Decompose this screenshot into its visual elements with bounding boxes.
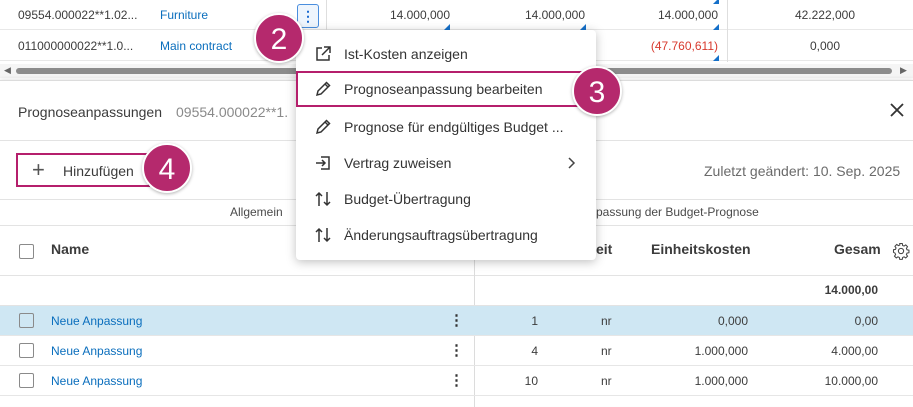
add-button-label: Hinzufügen <box>63 163 134 179</box>
row-quantity: 4 <box>531 344 538 358</box>
menu-item-label: Vertrag zuweisen <box>344 155 452 171</box>
row-menu-icon[interactable]: ⋮ <box>449 336 464 365</box>
scroll-left-icon[interactable]: ◀ <box>4 65 11 76</box>
row-menu-icon[interactable]: ⋮ <box>449 366 464 395</box>
column-header-unit[interactable]: eit <box>596 241 612 257</box>
pencil-icon <box>315 119 331 135</box>
transfer-icon <box>315 227 331 243</box>
assign-icon <box>316 156 330 170</box>
row-quantity: 1 <box>531 314 538 328</box>
row-unit-cost: 1.000,000 <box>694 344 748 358</box>
row-value-4: 0,000 <box>809 39 840 53</box>
row-category-link[interactable]: Furniture <box>160 0 208 30</box>
edit-marker <box>713 0 719 4</box>
plus-icon: + <box>32 157 45 182</box>
column-header-name[interactable]: Name <box>51 241 89 257</box>
add-button[interactable]: + Hinzufügen <box>16 153 150 187</box>
select-all-checkbox[interactable] <box>19 244 34 259</box>
column-header-unit-cost[interactable]: Einheitskosten <box>651 241 751 257</box>
row-value-3: (47.760,611) <box>650 39 718 53</box>
row-name-link[interactable]: Neue Anpassung <box>51 336 142 366</box>
row-checkbox[interactable] <box>19 373 34 388</box>
group-header-adjustment: passung der Budget-Prognose <box>596 205 759 219</box>
panel-subtitle: 09554.000022**1. <box>176 104 289 120</box>
row-code: 011000000022**1.0... <box>18 39 134 53</box>
row-unit: nr <box>601 314 612 328</box>
grid-row[interactable]: 09554.000022**1.02... Furniture 14.000,0… <box>0 0 913 30</box>
step-badge: 3 <box>572 66 622 116</box>
row-value-4: 42.222,000 <box>794 8 855 22</box>
menu-item-final-budget-forecast[interactable]: Prognose für endgültiges Budget ... <box>296 109 596 145</box>
transfer-icon <box>315 191 331 207</box>
step-badge: 4 <box>142 143 192 193</box>
menu-item-budget-transfer[interactable]: Budget-Übertragung <box>296 181 596 217</box>
row-menu-icon[interactable]: ⋮ <box>449 306 464 335</box>
row-checkbox[interactable] <box>19 313 34 328</box>
menu-item-label: Prognoseanpassung bearbeiten <box>344 81 543 97</box>
row-unit-cost: 0,000 <box>717 314 748 328</box>
panel-title: Prognoseanpassungen <box>18 104 163 120</box>
menu-item-show-actual-costs[interactable]: Ist-Kosten anzeigen <box>296 36 596 72</box>
external-link-icon <box>316 46 331 61</box>
row-unit: nr <box>601 374 612 388</box>
scroll-right-icon[interactable]: ▶ <box>900 65 907 76</box>
row-name-link[interactable]: Neue Anpassung <box>51 306 142 336</box>
column-divider <box>727 0 728 62</box>
pencil-icon <box>315 81 331 97</box>
last-changed-text: Zuletzt geändert: 10. Sep. 2025 <box>704 163 901 179</box>
column-header-total[interactable]: Gesam <box>834 241 881 257</box>
edit-marker <box>713 24 719 30</box>
menu-item-change-order-transfer[interactable]: Änderungsauftragsübertragung <box>296 217 596 253</box>
row-quantity: 10 <box>524 374 538 388</box>
row-category-link[interactable]: Main contract <box>160 31 232 61</box>
row-code: 09554.000022**1.02... <box>18 8 138 22</box>
gear-icon[interactable] <box>892 242 910 260</box>
menu-item-assign-contract[interactable]: Vertrag zuweisen <box>296 145 596 181</box>
table-row[interactable]: Neue Anpassung ⋮ 4 nr 1.000,000 4.000,00 <box>0 336 913 366</box>
step-badge: 2 <box>254 13 304 63</box>
menu-item-label: Ist-Kosten anzeigen <box>344 46 468 62</box>
row-checkbox[interactable] <box>19 343 34 358</box>
divider <box>0 275 913 276</box>
row-total: 10.000,00 <box>824 374 878 388</box>
row-total: 4.000,00 <box>831 344 878 358</box>
table-row[interactable]: Neue Anpassung ⋮ 1 nr 0,000 0,00 <box>0 306 913 336</box>
row-name-link[interactable]: Neue Anpassung <box>51 366 142 396</box>
menu-item-edit-forecast-adjustment[interactable]: Prognoseanpassung bearbeiten <box>296 71 596 107</box>
edit-marker <box>713 55 719 61</box>
menu-item-label: Prognose für endgültiges Budget ... <box>344 119 564 135</box>
row-value-1: 14.000,000 <box>389 8 450 22</box>
row-value-3: 14.000,000 <box>657 8 718 22</box>
table-row[interactable]: Neue Anpassung ⋮ 10 nr 1.000,000 10.000,… <box>0 366 913 396</box>
group-header-general: Allgemein <box>230 205 283 219</box>
menu-item-label: Budget-Übertragung <box>344 191 471 207</box>
total-value: 14.000,00 <box>824 283 878 297</box>
close-icon[interactable] <box>888 101 906 119</box>
row-value-2: 14.000,000 <box>524 8 585 22</box>
menu-item-label: Änderungsauftragsübertragung <box>344 227 538 243</box>
context-menu: Ist-Kosten anzeigen Prognoseanpassung be… <box>296 30 596 260</box>
row-unit-cost: 1.000,000 <box>694 374 748 388</box>
chevron-right-icon <box>568 157 576 169</box>
row-unit: nr <box>601 344 612 358</box>
row-total: 0,00 <box>854 314 878 328</box>
